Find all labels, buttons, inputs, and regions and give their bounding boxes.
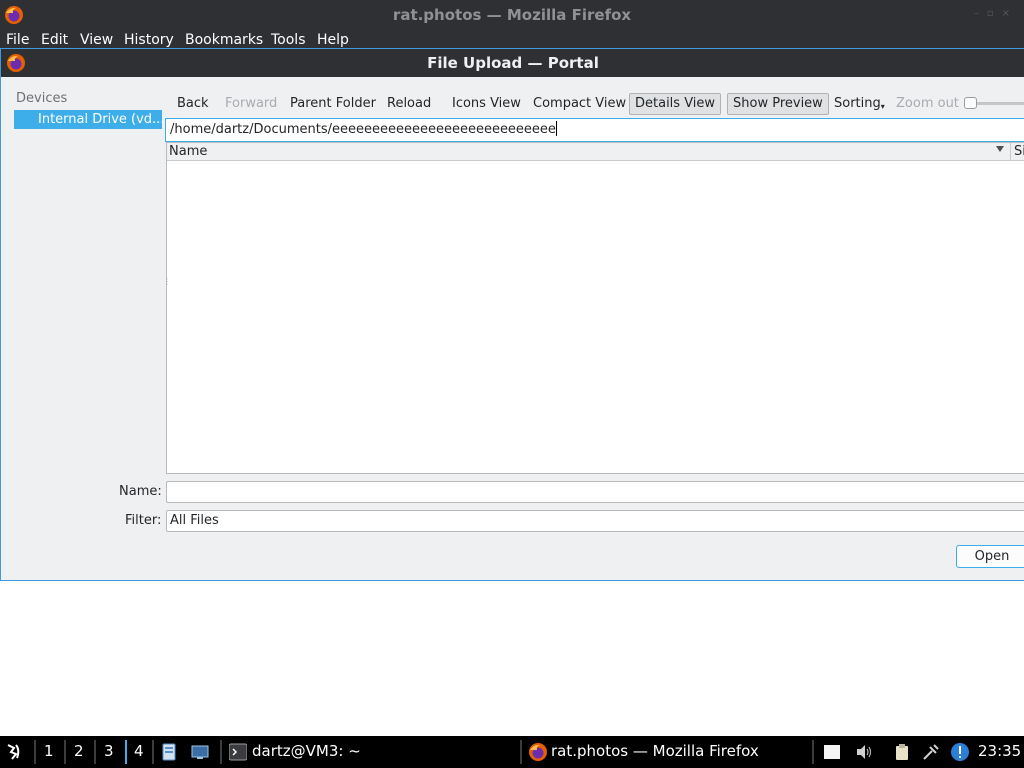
maximize-icon[interactable]: ▫: [987, 8, 1002, 19]
volume-icon[interactable]: [855, 743, 873, 761]
clipboard-icon[interactable]: [893, 743, 911, 761]
taskbar: 1 2 3 4 dartz@VM3: ~ rat.photos — Mozill…: [0, 736, 1024, 768]
workspace-3[interactable]: 3: [104, 742, 114, 760]
compact-view-button[interactable]: Compact View: [533, 93, 626, 115]
location-path-text: /home/dartz/Documents/eeeeeeeeeeeeeeeeee…: [170, 122, 556, 137]
zoom-slider-track[interactable]: [970, 102, 1024, 105]
clock: 23:35: [978, 742, 1022, 760]
menu-history[interactable]: History: [124, 32, 174, 48]
dialog-title: File Upload — Portal: [427, 54, 599, 72]
show-preview-button[interactable]: Show Preview: [727, 93, 829, 115]
workspace-4[interactable]: 4: [134, 742, 144, 760]
dialog-titlebar: File Upload — Portal: [1, 49, 1024, 77]
notes-tray-icon[interactable]: [823, 743, 841, 761]
filter-label: Filter:: [125, 513, 162, 528]
menu-edit[interactable]: Edit: [41, 32, 68, 48]
column-header-size[interactable]: Si: [1014, 144, 1024, 159]
places-item-internal-drive[interactable]: Internal Drive (vd...: [14, 110, 162, 129]
sorting-button[interactable]: Sorting▾: [834, 93, 885, 115]
close-icon[interactable]: ×: [1002, 8, 1018, 19]
name-label: Name:: [119, 484, 162, 499]
location-path-input[interactable]: /home/dartz/Documents/eeeeeeeeeeeeeeeeee…: [165, 118, 1024, 142]
zoom-slider-handle[interactable]: [964, 97, 977, 109]
menu-view[interactable]: View: [80, 32, 113, 48]
task-separator: [520, 740, 522, 764]
filter-select[interactable]: All Files: [166, 510, 1024, 532]
browser-menubar: File Edit View History Bookmarks Tools H…: [0, 30, 1024, 48]
notification-alert-icon[interactable]: [950, 742, 970, 762]
workspace-separator: [94, 740, 96, 764]
window-controls[interactable]: –▫×: [974, 8, 1018, 19]
taskbar-task-terminal[interactable]: dartz@VM3: ~: [252, 742, 361, 760]
icons-view-button[interactable]: Icons View: [452, 93, 521, 115]
browser-titlebar: rat.photos — Mozilla Firefox –▫×: [0, 0, 1024, 30]
file-manager-launcher-icon[interactable]: [160, 743, 178, 761]
workspace-separator: [152, 740, 154, 764]
task-separator: [220, 740, 222, 764]
workspace-separator: [64, 740, 66, 764]
text-cursor: [555, 121, 557, 136]
firefox-logo-icon: [529, 743, 547, 761]
details-view-button[interactable]: Details View: [629, 93, 722, 115]
menu-file[interactable]: File: [6, 32, 29, 48]
minimize-icon[interactable]: –: [974, 8, 987, 19]
places-header: Devices: [16, 91, 68, 106]
zoom-slider[interactable]: [964, 97, 1024, 109]
menu-bookmarks[interactable]: Bookmarks: [185, 32, 263, 48]
file-list-header: Name Si: [167, 143, 1024, 161]
network-icon[interactable]: [922, 743, 940, 761]
browser-window-title: rat.photos — Mozilla Firefox: [392, 6, 632, 24]
column-separator[interactable]: [1010, 143, 1011, 161]
terminal-icon: [229, 743, 247, 761]
file-list[interactable]: Name Si: [166, 142, 1024, 474]
sorting-label: Sorting: [834, 96, 881, 111]
back-button[interactable]: Back: [177, 93, 209, 115]
column-header-name[interactable]: Name: [169, 144, 207, 159]
tray-separator: [812, 740, 814, 764]
start-menu-icon[interactable]: [4, 742, 24, 762]
workspace-1[interactable]: 1: [44, 742, 54, 760]
open-button[interactable]: Open: [956, 545, 1024, 568]
menu-help[interactable]: Help: [317, 32, 349, 48]
splitter-handle[interactable]: ⋮: [163, 277, 171, 286]
active-workspace-indicator: [125, 740, 127, 764]
taskbar-task-firefox[interactable]: rat.photos — Mozilla Firefox: [551, 742, 759, 760]
file-upload-dialog: File Upload — Portal Devices Internal Dr…: [0, 48, 1024, 581]
reload-button[interactable]: Reload: [387, 93, 431, 115]
workspace-2[interactable]: 2: [74, 742, 84, 760]
filename-input[interactable]: [166, 481, 1024, 503]
menu-tools[interactable]: Tools: [271, 32, 306, 48]
parent-folder-button[interactable]: Parent Folder: [290, 93, 376, 115]
display-launcher-icon[interactable]: [191, 743, 209, 761]
dropdown-arrow-icon: ▾: [880, 102, 885, 111]
forward-button[interactable]: Forward: [225, 93, 277, 115]
workspace-separator: [34, 740, 36, 764]
zoom-out-button[interactable]: Zoom out: [896, 93, 959, 115]
sort-descending-icon: [996, 146, 1004, 152]
